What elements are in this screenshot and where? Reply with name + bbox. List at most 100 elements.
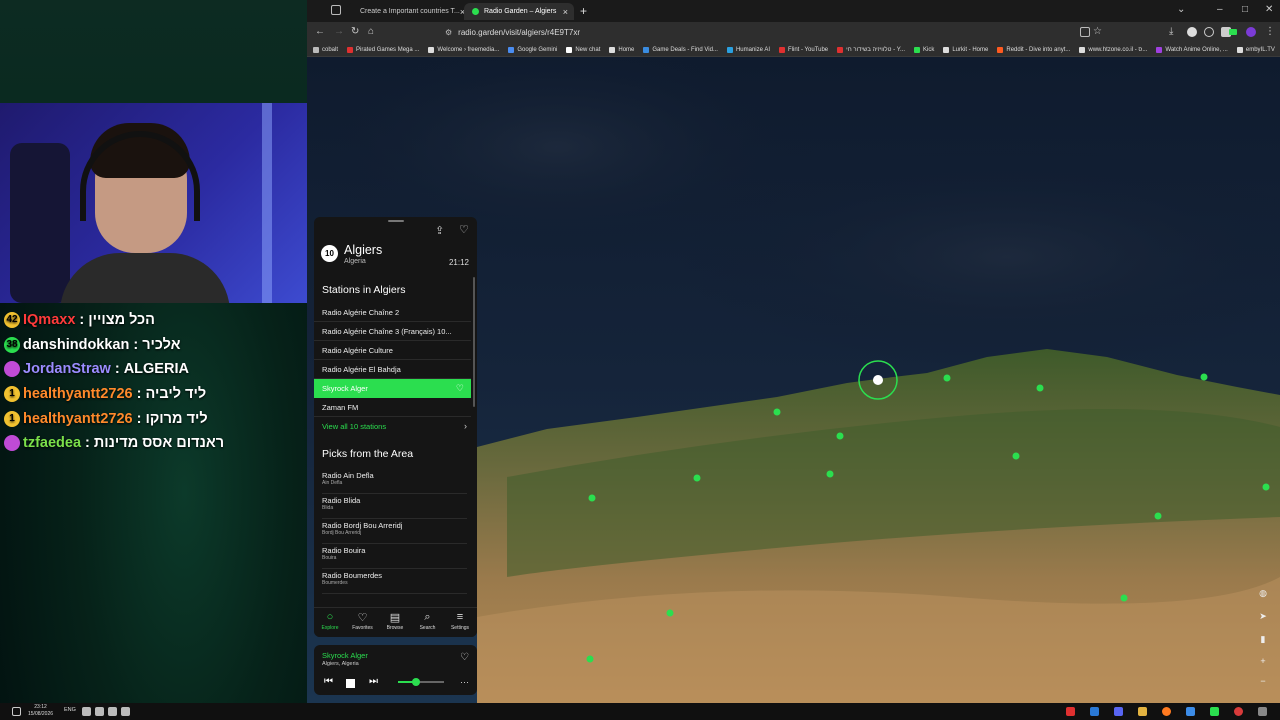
reload-icon[interactable]: ↻ <box>351 26 359 37</box>
bookmark-item[interactable]: טלוויזיה בשידור חי - Y... <box>837 46 905 53</box>
zoom-out-icon[interactable]: − <box>1258 676 1268 686</box>
chat-username[interactable]: tzfaedea <box>23 435 81 451</box>
station-marker[interactable] <box>1154 512 1162 520</box>
pick-item[interactable]: Radio Bouira Bouira <box>322 544 467 569</box>
extension-icon[interactable] <box>1187 27 1197 37</box>
station-marker[interactable] <box>836 432 844 440</box>
bookmark-item[interactable]: www.htzone.co.il - ס... <box>1079 46 1147 53</box>
tab-actions-icon[interactable] <box>331 5 341 15</box>
player-station-name[interactable]: Skyrock Alger <box>322 651 368 660</box>
pick-item[interactable]: Radio Bordj Bou Arreridj Bordj Bou Arreri… <box>322 519 467 544</box>
globe-icon[interactable]: ◍ <box>1258 588 1268 599</box>
station-marker[interactable] <box>1036 384 1044 392</box>
translate-icon[interactable] <box>1080 27 1090 37</box>
scrollbar[interactable] <box>473 277 475 407</box>
app-icon[interactable] <box>1210 707 1219 716</box>
window-close-icon[interactable]: ✕ <box>1265 4 1273 15</box>
station-marker[interactable] <box>666 609 674 617</box>
app-icon[interactable] <box>1090 707 1099 716</box>
menu-icon[interactable]: ⋮ <box>1265 26 1275 37</box>
chat-username[interactable]: JordanStraw <box>23 361 111 377</box>
site-info-icon[interactable]: ⚙ <box>445 28 452 37</box>
battery-icon[interactable] <box>108 707 117 716</box>
drag-handle[interactable] <box>388 220 404 222</box>
taskbar-clock[interactable]: 23:12 15/08/2026 <box>28 704 53 718</box>
nav-settings[interactable]: ≡ Settings <box>444 611 476 631</box>
volume-slider[interactable] <box>398 678 444 686</box>
chat-username[interactable]: IQmaxx <box>23 312 75 328</box>
station-marker[interactable] <box>1200 373 1208 381</box>
station-marker[interactable] <box>1120 594 1128 602</box>
bookmark-star-icon[interactable]: ☆ <box>1093 26 1102 37</box>
app-icon[interactable] <box>1066 707 1075 716</box>
download-icon[interactable]: ⤓ <box>1169 26 1173 37</box>
bookmark-item[interactable]: cobalt <box>313 46 338 53</box>
maximize-icon[interactable]: □ <box>1242 4 1248 15</box>
station-item[interactable]: Radio Algérie Chaîne 3 (Français) 10... <box>314 322 471 341</box>
bookmark-item[interactable]: Game Deals - Find Vid... <box>643 46 718 53</box>
bookmark-item[interactable]: Reddit - Dive into anyt... <box>997 46 1070 53</box>
bookmark-item[interactable]: Flint - YouTube <box>779 46 828 53</box>
notification-icon[interactable] <box>12 707 21 716</box>
heart-icon[interactable]: ♡ <box>460 652 469 663</box>
extension-icon[interactable] <box>1229 29 1237 35</box>
station-item[interactable]: Skyrock Alger ♡ <box>314 379 471 398</box>
firefox-icon[interactable] <box>1162 707 1171 716</box>
home-icon[interactable]: ⌂ <box>368 26 374 37</box>
station-item[interactable]: Radio Algérie El Bahdja <box>314 360 471 379</box>
chat-username[interactable]: danshindokkan <box>23 337 129 353</box>
station-item[interactable]: Radio Algérie Culture <box>314 341 471 360</box>
bookmark-item[interactable]: Google Gemini <box>508 46 557 53</box>
bookmark-item[interactable]: Humanize AI <box>726 46 770 53</box>
tab-radio-garden[interactable]: Radio Garden – Algiers × <box>464 3 574 20</box>
chevron-down-icon[interactable]: ⌄ <box>1177 4 1185 15</box>
bookmark-item[interactable]: Kick <box>914 46 934 53</box>
pick-item[interactable]: Radio Blida Blida <box>322 494 467 519</box>
wifi-icon[interactable] <box>82 707 91 716</box>
app-icon[interactable] <box>1258 707 1267 716</box>
back-icon[interactable]: ← <box>315 26 325 37</box>
station-marker[interactable] <box>1262 483 1270 491</box>
heart-icon[interactable]: ♡ <box>459 223 469 236</box>
pick-item[interactable]: Radio Ain Defla Ain Defla <box>322 469 467 494</box>
extension-icon[interactable] <box>1204 27 1214 37</box>
app-icon[interactable] <box>1234 707 1243 716</box>
tray-icon[interactable] <box>121 707 130 716</box>
selected-city-marker[interactable] <box>873 375 883 385</box>
station-marker[interactable] <box>693 474 701 482</box>
station-item[interactable]: Zaman FM <box>314 398 471 417</box>
nav-favorites[interactable]: ♡ Favorites <box>347 611 379 631</box>
lock-icon[interactable]: ▮ <box>1258 634 1268 645</box>
url-field[interactable]: ⚙ radio.garden/visit/algiers/r4E9T7xr <box>445 25 1065 40</box>
chat-username[interactable]: healthyantt2726 <box>23 386 133 402</box>
station-marker[interactable] <box>773 408 781 416</box>
station-marker[interactable] <box>943 374 951 382</box>
profile-avatar[interactable] <box>1246 27 1256 37</box>
bookmark-item[interactable]: Lurkit - Home <box>943 46 988 53</box>
app-icon[interactable] <box>1186 707 1195 716</box>
more-options-icon[interactable]: ··· <box>460 677 469 687</box>
tab-countries[interactable]: Create a Important countries T... × <box>347 3 465 20</box>
nav-browse[interactable]: ▤ Browse <box>379 611 411 631</box>
zoom-in-icon[interactable]: + <box>1258 656 1268 666</box>
bookmark-item[interactable]: embyIL.TV <box>1236 46 1275 53</box>
previous-icon[interactable]: ⏮ <box>324 676 333 687</box>
bookmark-item[interactable]: New chat <box>566 46 600 53</box>
folder-icon[interactable] <box>1138 707 1147 716</box>
bookmark-item[interactable]: Home <box>609 46 634 53</box>
station-marker[interactable] <box>826 470 834 478</box>
nav-search[interactable]: ⌕ Search <box>412 611 444 631</box>
language-indicator[interactable]: ENG <box>64 707 76 713</box>
chat-username[interactable]: healthyantt2726 <box>23 411 133 427</box>
volume-knob[interactable] <box>412 678 421 686</box>
nav-explore[interactable]: ○ Explore <box>314 611 346 631</box>
station-marker[interactable] <box>586 655 594 663</box>
stop-icon[interactable] <box>346 679 355 688</box>
pick-item[interactable]: Radio Boumerdes Boumerdes <box>322 569 467 594</box>
station-marker[interactable] <box>1012 452 1020 460</box>
minimize-icon[interactable]: – <box>1217 4 1223 15</box>
bookmark-item[interactable]: Welcome › freemedia... <box>428 46 499 53</box>
new-tab-icon[interactable]: + <box>580 4 587 18</box>
station-item[interactable]: Radio Algérie Chaîne 2 <box>314 303 471 322</box>
share-icon[interactable]: ⇪ <box>435 224 444 237</box>
